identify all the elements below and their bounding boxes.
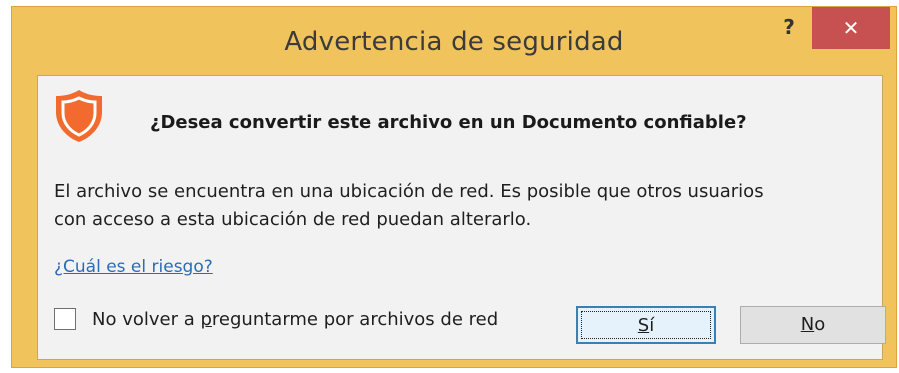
no-button[interactable]: No bbox=[740, 306, 886, 344]
message-text: El archivo se encuentra en una ubicación… bbox=[54, 178, 874, 234]
security-warning-dialog: Advertencia de seguridad ? ✕ ¿Desea conv… bbox=[11, 6, 897, 368]
risk-link[interactable]: ¿Cuál es el riesgo? bbox=[54, 257, 213, 277]
checkbox-label-pre: No volver a bbox=[92, 308, 201, 330]
focus-ring bbox=[581, 311, 711, 339]
message-line-1: El archivo se encuentra en una ubicación… bbox=[54, 181, 764, 202]
close-button[interactable]: ✕ bbox=[812, 7, 890, 49]
message-line-2: con acceso a esta ubicación de red pueda… bbox=[54, 209, 532, 230]
dont-ask-again-option[interactable]: No volver a preguntarme por archivos de … bbox=[54, 308, 498, 330]
help-button[interactable]: ? bbox=[767, 9, 811, 45]
checkbox-label-post: reguntarme por archivos de red bbox=[211, 308, 499, 330]
no-button-mnemonic: N bbox=[800, 314, 815, 335]
question-text: ¿Desea convertir este archivo en un Docu… bbox=[150, 112, 747, 133]
dont-ask-again-label[interactable]: No volver a preguntarme por archivos de … bbox=[92, 309, 498, 330]
dont-ask-again-checkbox[interactable] bbox=[54, 308, 76, 330]
yes-button[interactable]: Sí bbox=[576, 306, 716, 344]
shield-icon bbox=[56, 90, 102, 142]
title-bar[interactable]: Advertencia de seguridad ? ✕ bbox=[12, 7, 896, 75]
dialog-body: ¿Desea convertir este archivo en un Docu… bbox=[37, 75, 886, 360]
checkbox-label-mnemonic: p bbox=[200, 308, 212, 330]
no-button-rest: o bbox=[814, 314, 826, 335]
dialog-title: Advertencia de seguridad bbox=[284, 27, 624, 57]
close-icon: ✕ bbox=[842, 16, 860, 40]
